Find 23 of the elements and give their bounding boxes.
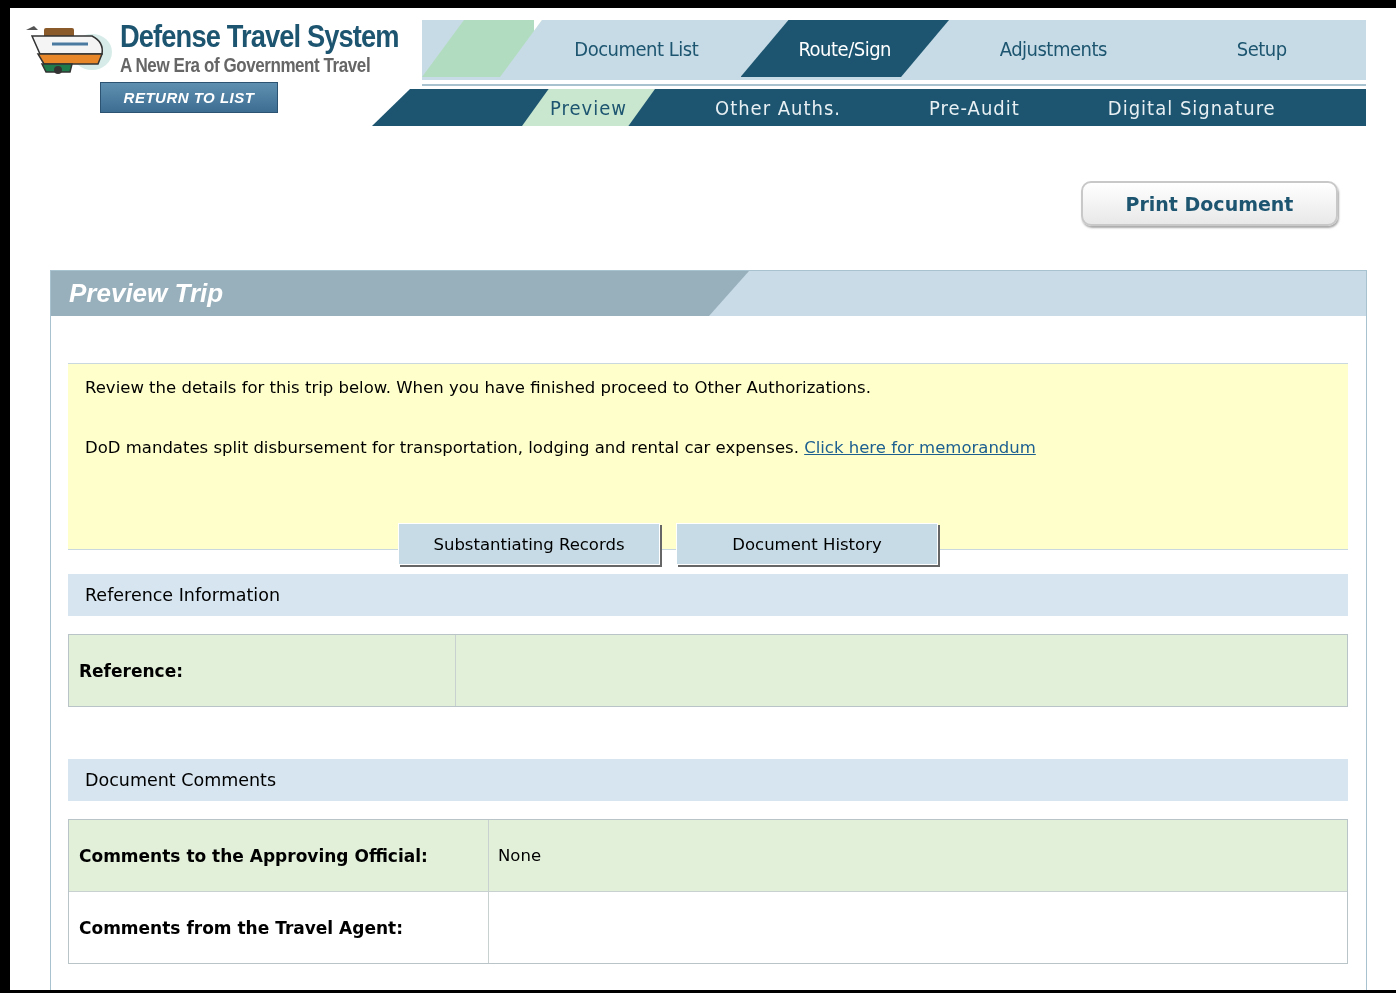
field-label: Reference: (69, 635, 456, 706)
app-tagline: A New Era of Government Travel (120, 54, 372, 76)
panel-title: Preview Trip (51, 271, 749, 316)
app-title: Defense Travel System (120, 20, 399, 54)
section-header: Reference Information (68, 574, 1348, 616)
field-label: Comments from the Travel Agent: (69, 892, 489, 963)
main-tab[interactable]: Adjustments (949, 20, 1158, 77)
sub-tab[interactable]: Digital Signature (1107, 89, 1276, 126)
notice-text: Review the details for this trip below. When you have finished proceed to Other Authorizations. (85, 378, 872, 398)
main-tab[interactable]: Document List (532, 20, 741, 77)
action-button[interactable]: Substantiating Records (398, 523, 660, 565)
sub-tab[interactable]: Preview (522, 89, 655, 126)
sub-tab[interactable]: Pre-Audit (929, 89, 1020, 126)
section-header: Document Comments (68, 759, 1348, 801)
print-button[interactable]: Print Document (1081, 181, 1338, 226)
sub-tab[interactable]: Other Auths. (714, 89, 842, 126)
field-value: None (497, 845, 543, 867)
action-button[interactable]: Document History (676, 523, 938, 565)
main-tab[interactable]: Setup (1157, 20, 1366, 77)
return-button[interactable]: RETURN TO LIST (100, 82, 278, 113)
memorandum-link[interactable]: Click here for memorandum (804, 438, 1036, 457)
main-tab[interactable]: Route/Sign (740, 20, 949, 77)
notice-text: DoD mandates split disbursement for transportation, lodging and rental car expenses. Click here for memorandum (85, 438, 1037, 458)
